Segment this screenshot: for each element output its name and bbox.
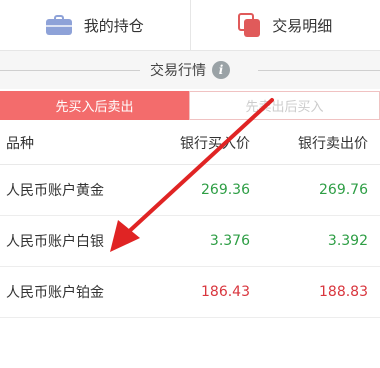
briefcase-icon bbox=[46, 15, 72, 35]
market-section-header: 交易行情 i bbox=[0, 51, 380, 89]
divider-left bbox=[0, 70, 140, 71]
table-row[interactable]: 人民币账户铂金 186.43 188.83 bbox=[0, 267, 380, 318]
sell-first-option[interactable]: 先卖出后买入 bbox=[189, 91, 380, 120]
bank-sell-price: 269.76 bbox=[319, 165, 368, 215]
bank-buy-price: 186.43 bbox=[201, 267, 250, 317]
table-row[interactable] bbox=[0, 318, 380, 368]
trade-direction-toggle: 先买入后卖出 先卖出后买入 bbox=[0, 91, 380, 120]
tab-transaction-details[interactable]: 交易明细 bbox=[190, 0, 380, 50]
bank-sell-price: 188.83 bbox=[319, 267, 368, 317]
section-title: 交易行情 bbox=[150, 60, 206, 80]
column-header-bank-sell: 银行卖出价 bbox=[298, 122, 368, 164]
top-tab-bar: 我的持仓 交易明细 bbox=[0, 0, 380, 51]
product-name: 人民币账户铂金 bbox=[6, 267, 104, 317]
product-name: 人民币账户白银 bbox=[6, 216, 104, 266]
buy-first-option[interactable]: 先买入后卖出 bbox=[0, 91, 189, 120]
tab-holdings[interactable]: 我的持仓 bbox=[0, 0, 190, 50]
tab-holdings-label: 我的持仓 bbox=[84, 15, 144, 36]
column-header-bank-buy: 银行买入价 bbox=[180, 122, 250, 164]
product-name: 人民币账户黄金 bbox=[6, 165, 104, 215]
bank-buy-price: 269.36 bbox=[201, 165, 250, 215]
table-header: 品种 银行买入价 银行卖出价 bbox=[0, 122, 380, 165]
info-icon[interactable]: i bbox=[212, 61, 230, 79]
table-row[interactable]: 人民币账户黄金 269.36 269.76 bbox=[0, 165, 380, 216]
divider-right bbox=[258, 70, 380, 71]
column-header-product: 品种 bbox=[6, 122, 34, 164]
table-row[interactable]: 人民币账户白银 3.376 3.392 bbox=[0, 216, 380, 267]
bank-sell-price: 3.392 bbox=[328, 216, 368, 266]
bank-buy-price: 3.376 bbox=[210, 216, 250, 266]
tab-transaction-details-label: 交易明细 bbox=[272, 15, 332, 36]
documents-icon bbox=[238, 13, 260, 37]
